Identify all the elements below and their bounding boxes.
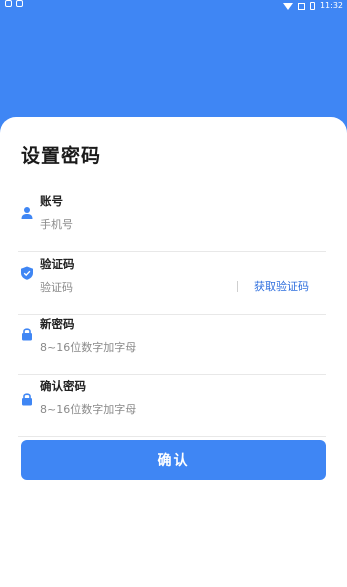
new-password-label: 新密码 (40, 317, 75, 331)
account-input[interactable] (40, 215, 230, 233)
notification-icon (5, 0, 12, 7)
wifi-icon (282, 2, 293, 10)
page-title: 设置密码 (21, 145, 102, 167)
get-code-button[interactable]: 获取验证码 (254, 278, 309, 294)
account-field: 账号 (18, 193, 326, 252)
confirm-password-label: 确认密码 (40, 379, 86, 393)
signal-icon (297, 2, 305, 10)
app-icon (16, 0, 23, 7)
status-right: 11:32 (282, 0, 343, 12)
form-card: 设置密码 账号 验证码 获取验证码 新密码 确认密码 (0, 117, 347, 587)
verification-field: 验证码 获取验证码 (18, 256, 326, 315)
confirm-password-field: 确认密码 (18, 378, 326, 437)
battery-icon (309, 2, 315, 10)
account-label: 账号 (40, 194, 63, 208)
lock-icon (22, 393, 32, 406)
verification-label: 验证码 (40, 257, 75, 271)
lock-icon (22, 328, 32, 341)
status-bar: 11:32 (0, 0, 347, 12)
status-left (5, 0, 23, 7)
verification-input[interactable] (40, 278, 230, 296)
new-password-field: 新密码 (18, 316, 326, 375)
vertical-divider (237, 281, 238, 292)
status-time: 11:32 (319, 1, 343, 10)
shield-icon (21, 266, 33, 280)
user-icon (21, 207, 33, 219)
confirm-button[interactable]: 确认 (21, 440, 326, 480)
confirm-password-input[interactable] (40, 400, 230, 418)
new-password-input[interactable] (40, 338, 230, 356)
